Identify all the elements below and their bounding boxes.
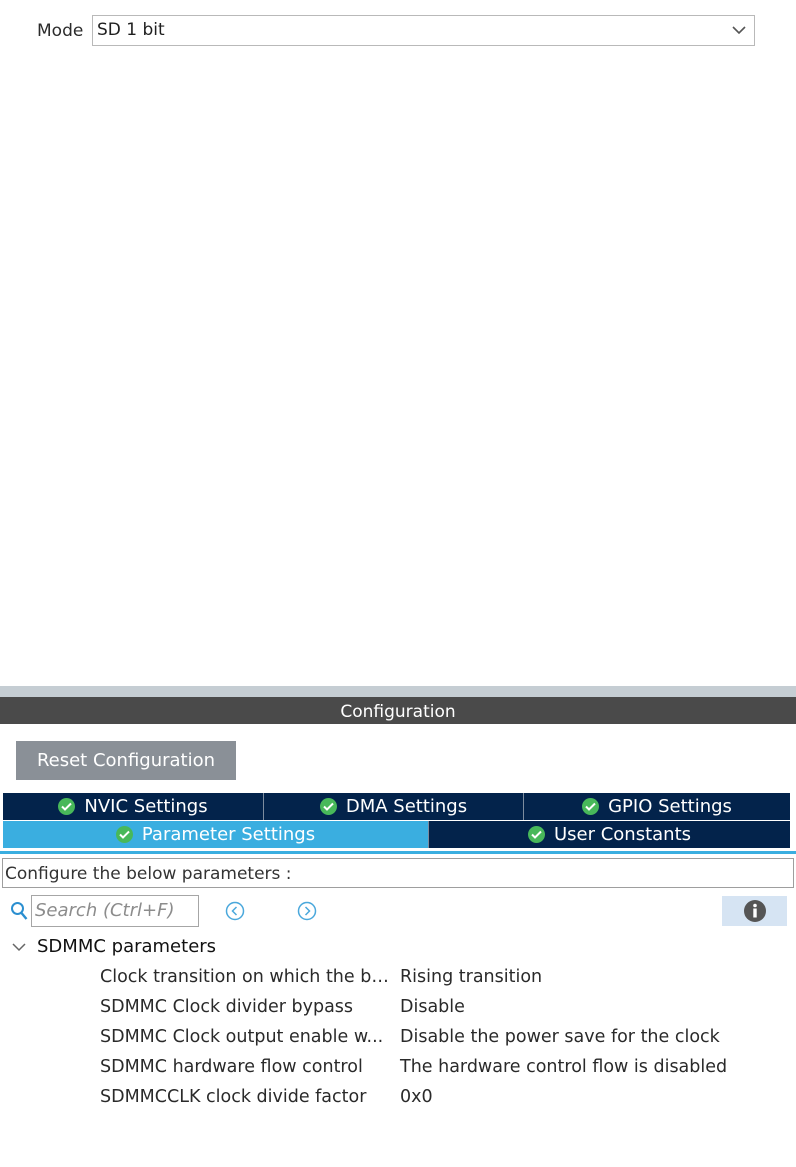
param-name: SDMMCCLK clock divide factor: [100, 1087, 367, 1107]
mode-label: Mode: [37, 21, 84, 41]
tab-user-constants[interactable]: User Constants: [429, 821, 790, 848]
mode-value: SD 1 bit: [97, 20, 165, 40]
param-row[interactable]: SDMMC hardware flow control The hardware…: [100, 1057, 790, 1087]
check-icon: [58, 798, 76, 815]
param-name: Clock transition on which the bi...: [100, 967, 390, 987]
next-icon[interactable]: [297, 901, 317, 921]
mode-dropdown[interactable]: SD 1 bit: [92, 15, 755, 46]
info-icon: [743, 900, 766, 922]
previous-icon[interactable]: [225, 901, 245, 921]
check-icon: [527, 826, 545, 843]
configuration-header: Configuration: [0, 697, 796, 724]
panel-divider[interactable]: [0, 686, 796, 697]
tab-gpio-settings[interactable]: GPIO Settings: [524, 793, 790, 820]
chevron-down-icon: [732, 26, 746, 35]
check-icon: [319, 798, 337, 815]
tab-label: GPIO Settings: [608, 796, 732, 817]
check-icon: [115, 826, 133, 843]
search-icon: [11, 902, 28, 920]
chevron-down-icon[interactable]: [12, 941, 26, 953]
param-value[interactable]: Disable the power save for the clock: [400, 1027, 720, 1047]
search-input[interactable]: Search (Ctrl+F): [31, 895, 199, 927]
reset-configuration-button[interactable]: Reset Configuration: [16, 741, 236, 780]
param-name: SDMMC Clock divider bypass: [100, 997, 354, 1017]
param-value[interactable]: 0x0: [400, 1087, 433, 1107]
group-title[interactable]: SDMMC parameters: [37, 936, 216, 957]
param-value[interactable]: Rising transition: [400, 967, 542, 987]
param-name: SDMMC Clock output enable w...: [100, 1027, 384, 1047]
tab-parameter-settings[interactable]: Parameter Settings: [3, 821, 429, 848]
tab-nvic-settings[interactable]: NVIC Settings: [3, 793, 264, 820]
tab-label: Parameter Settings: [141, 824, 316, 845]
param-row[interactable]: SDMMCCLK clock divide factor 0x0: [100, 1087, 790, 1117]
check-icon: [582, 798, 600, 815]
tab-underline: [0, 851, 796, 854]
param-value[interactable]: The hardware control flow is disabled: [400, 1057, 727, 1077]
tab-dma-settings[interactable]: DMA Settings: [264, 793, 524, 820]
parameters-description: Configure the below parameters :: [2, 858, 794, 888]
param-name: SDMMC hardware flow control: [100, 1057, 363, 1077]
param-row[interactable]: SDMMC Clock output enable w... Disable t…: [100, 1027, 790, 1057]
tab-label: User Constants: [553, 824, 692, 845]
param-value[interactable]: Disable: [400, 997, 465, 1017]
info-button[interactable]: [722, 896, 787, 926]
tab-label: DMA Settings: [345, 796, 468, 817]
param-row[interactable]: SDMMC Clock divider bypass Disable: [100, 997, 790, 1027]
param-row[interactable]: Clock transition on which the bi... Risi…: [100, 967, 790, 997]
tab-label: NVIC Settings: [84, 796, 208, 817]
